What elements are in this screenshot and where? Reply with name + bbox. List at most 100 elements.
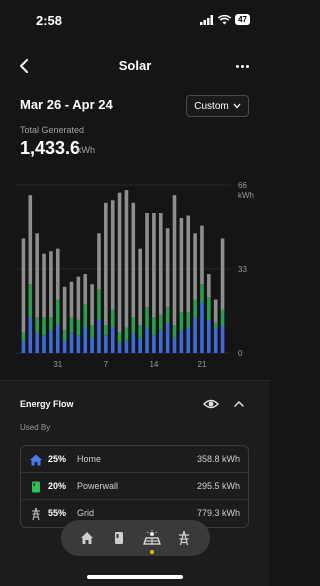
bar-grid: [104, 202, 108, 325]
tab-vehicle[interactable]: [109, 528, 129, 548]
powerwall-label: Powerwall: [77, 481, 119, 491]
dot: [235, 64, 239, 68]
house-icon: [81, 532, 94, 544]
solar-icon: [142, 530, 161, 545]
bar-home: [83, 327, 88, 353]
bar-grid: [21, 238, 26, 333]
dot: [240, 64, 244, 68]
bar-powerwall: [49, 317, 53, 331]
bar-home: [152, 335, 156, 353]
bar-powerwall: [69, 317, 74, 333]
bar-grid: [138, 248, 142, 325]
bar-home: [117, 342, 122, 353]
bar-grid: [145, 213, 149, 308]
eye-icon[interactable]: [203, 397, 219, 411]
flow-row-home[interactable]: 25% Home 358.8 kWh: [21, 446, 248, 473]
x-tick-label: 14: [149, 360, 158, 369]
bar-powerwall: [28, 284, 33, 318]
bar-powerwall: [76, 319, 81, 336]
bar-powerwall: [124, 327, 129, 341]
bar-grid: [207, 274, 211, 297]
bar-home: [165, 322, 170, 353]
flow-row-powerwall[interactable]: 20% Powerwall 295.5 kWh: [21, 473, 248, 500]
solar-generation-chart[interactable]: 66 33 0 kWh 31 7 14 21: [0, 175, 270, 375]
y-tick-label: 66: [238, 181, 247, 190]
home-icon: [30, 454, 42, 466]
home-indicator: [87, 575, 183, 579]
bar-grid: [35, 233, 39, 318]
bar-home: [90, 337, 94, 353]
bar-home: [49, 330, 53, 353]
bar-powerwall: [138, 325, 142, 338]
bar-home: [97, 319, 101, 353]
bar-home: [138, 337, 142, 353]
custom-range-dropdown[interactable]: Custom: [186, 95, 249, 117]
bar-powerwall: [104, 325, 108, 336]
bar-powerwall: [90, 325, 94, 338]
status-icons: 47: [200, 14, 250, 25]
bar-home: [104, 335, 108, 353]
home-label: Home: [77, 454, 102, 464]
status-bar: 2:58 47: [0, 0, 270, 44]
bottom-tab-bar: [61, 520, 210, 556]
bar-home: [42, 335, 46, 353]
bar-grid: [117, 192, 122, 333]
bar-powerwall: [152, 317, 156, 336]
bar-home: [21, 340, 26, 353]
bar-grid: [124, 190, 129, 328]
bar-grid: [97, 233, 101, 290]
bar-powerwall: [110, 309, 115, 328]
bar-home: [172, 337, 177, 353]
bar-home: [145, 327, 149, 353]
bar-home: [220, 325, 225, 353]
bar-powerwall: [55, 299, 60, 325]
bar-home: [62, 340, 67, 353]
x-tick-label: 31: [53, 360, 62, 369]
bar-home: [193, 317, 197, 353]
powerwall-icon: [32, 481, 40, 493]
bar-powerwall: [35, 317, 39, 333]
bar-powerwall: [62, 330, 67, 341]
total-generated-unit: kWh: [77, 145, 95, 155]
bar-grid: [28, 195, 33, 285]
bar-grid: [200, 225, 204, 285]
total-generated-value: 1,433.6: [20, 138, 81, 158]
bar-powerwall: [158, 314, 163, 331]
bar-powerwall: [42, 317, 46, 336]
bar-powerwall: [200, 284, 204, 303]
bar-home: [179, 330, 184, 353]
tab-grid[interactable]: [174, 528, 194, 548]
bar-powerwall: [179, 312, 184, 331]
custom-range-label: Custom: [194, 100, 229, 112]
bar-grid: [193, 233, 197, 300]
wifi-icon: [218, 14, 232, 24]
bar-powerwall: [193, 299, 197, 318]
chevron-up-icon[interactable]: [232, 397, 246, 411]
page-title: Solar: [118, 58, 152, 73]
bar-home: [207, 319, 211, 353]
bar-grid: [213, 299, 218, 323]
bar-grid: [90, 284, 94, 325]
bar-powerwall: [186, 312, 191, 328]
tab-home[interactable]: [77, 528, 97, 548]
more-options-button[interactable]: [232, 56, 252, 76]
bar-home: [158, 330, 163, 353]
y-tick-label: 33: [238, 265, 247, 274]
bar-grid: [165, 228, 170, 308]
energy-flow-title: Energy Flow: [20, 399, 74, 409]
home-value: 358.8 kWh: [196, 454, 240, 464]
date-range: Mar 26 - Apr 24: [20, 97, 113, 112]
status-time: 2:58: [36, 13, 63, 28]
bar-grid: [158, 213, 163, 315]
y-axis-unit: kWh: [238, 191, 254, 200]
bar-grid: [186, 215, 191, 313]
bar-grid: [69, 281, 74, 318]
bar-grid: [110, 200, 115, 310]
bar-powerwall: [117, 332, 122, 343]
bar-grid: [42, 253, 46, 318]
bar-home: [69, 332, 74, 353]
bar-home: [200, 302, 204, 353]
bar-powerwall: [131, 317, 136, 333]
chevron-down-icon: [233, 103, 241, 109]
tab-solar[interactable]: [142, 528, 162, 554]
